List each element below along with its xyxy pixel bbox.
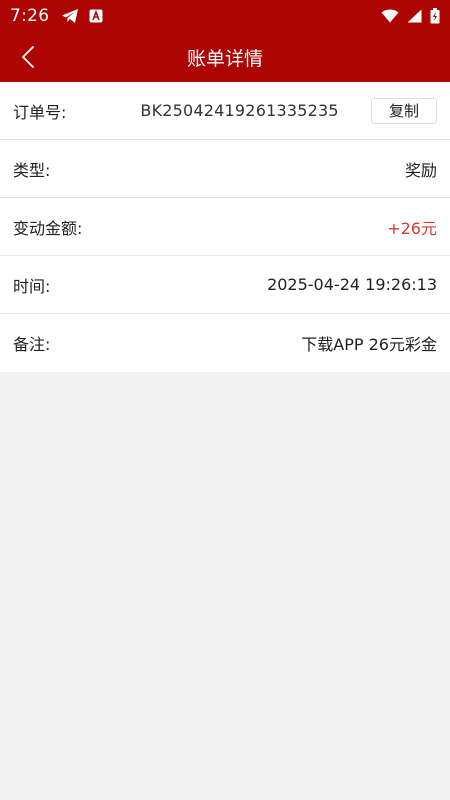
type-row: 类型: 奖励 [0,140,450,198]
wifi-icon [381,9,399,23]
telegram-icon [62,9,79,23]
back-button[interactable] [8,32,48,82]
type-value: 奖励 [404,160,437,180]
order-number-row: 订单号: BK25042419261335235 复制 [0,82,450,140]
status-right-icons [381,8,440,24]
amount-label: 变动金额: [13,218,83,238]
chevron-left-icon [22,46,34,68]
time-row: 时间: 2025-04-24 19:26:13 [0,256,450,314]
bill-details: 订单号: BK25042419261335235 复制 类型: 奖励 变动金额:… [0,82,450,372]
remark-label: 备注: [13,335,51,354]
status-left-icons [61,8,103,24]
amount-value: +26元 [387,218,437,238]
status-time: 7:26 [10,6,50,26]
copy-button[interactable]: 复制 [371,97,437,124]
status-bar: 7:26 [0,0,450,32]
time-label: 时间: [13,276,51,296]
time-value: 2025-04-24 19:26:13 [267,275,437,294]
page-title: 账单详情 [186,47,263,70]
remark-row: 备注: 下载APP 26元彩金 [0,314,450,372]
app-bar: 账单详情 [0,32,450,82]
type-label: 类型: [13,160,51,180]
cell-signal-icon [407,9,422,23]
app-notification-icon [89,9,103,23]
order-number-label: 订单号: [13,102,67,122]
remark-value: 下载APP 26元彩金 [301,335,437,354]
order-number-value: BK25042419261335235 [140,101,339,120]
amount-row: 变动金额: +26元 [0,198,450,256]
battery-icon [430,8,440,24]
